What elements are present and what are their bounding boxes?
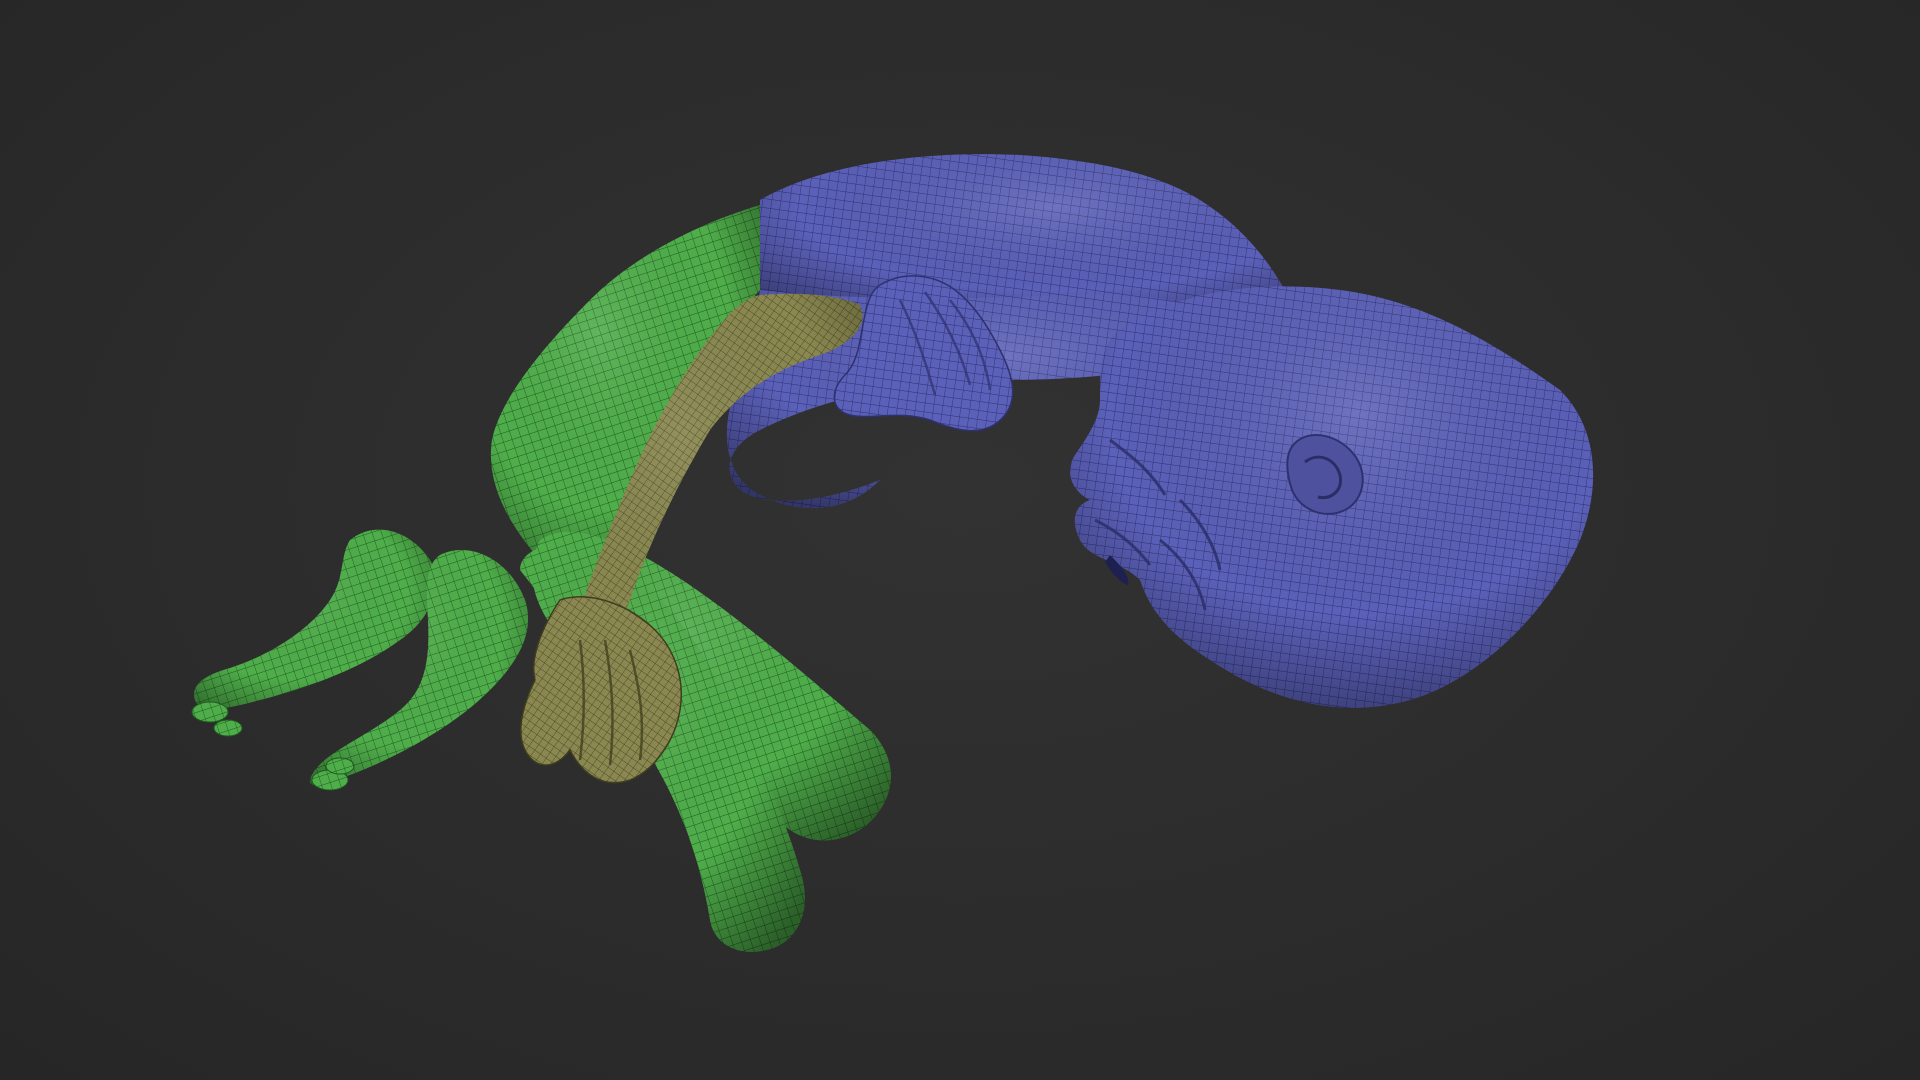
viewport-3d-canvas[interactable] [0,0,1920,1080]
sculpt-render [191,154,1594,952]
green-feet [191,529,529,791]
blue-head [1070,286,1594,708]
